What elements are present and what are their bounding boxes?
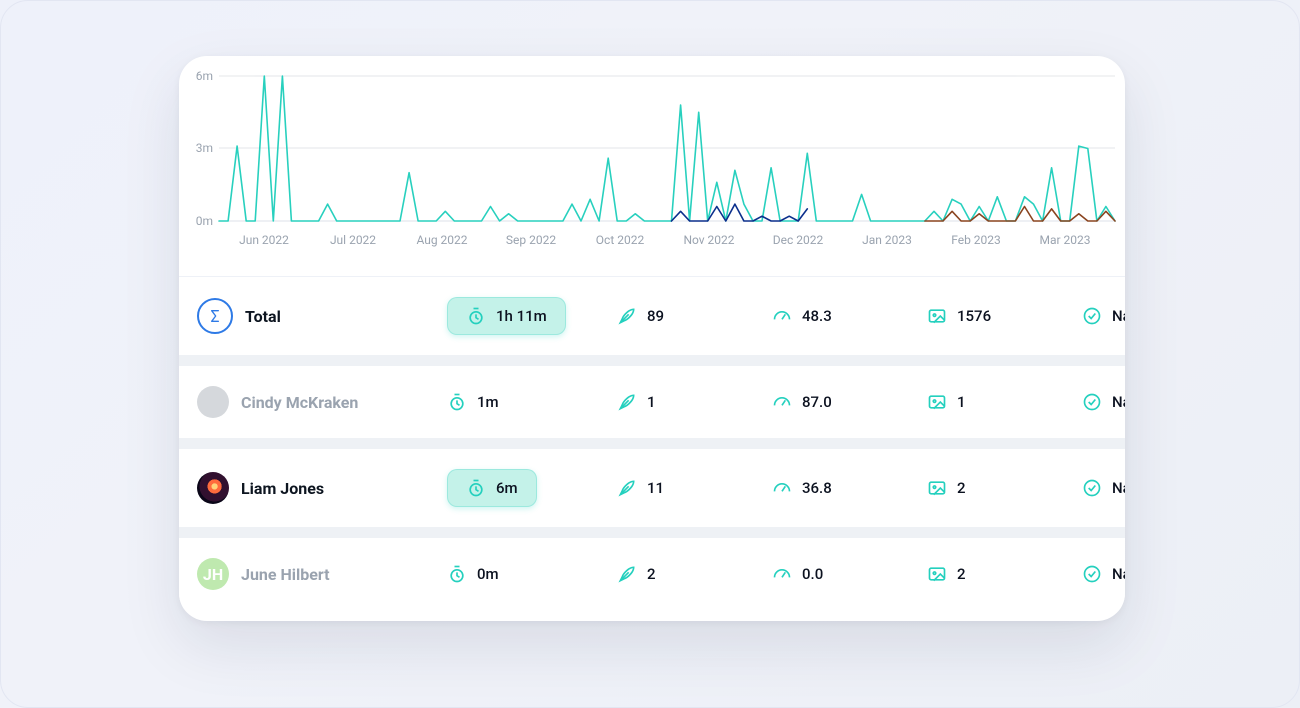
score-cell: 48.3 bbox=[772, 306, 927, 326]
posts-cell: 1 bbox=[617, 392, 772, 412]
time-value: 6m bbox=[496, 479, 518, 497]
y-tick-label: 3m bbox=[196, 141, 213, 155]
percent-value: NaN% bbox=[1112, 307, 1125, 325]
chart-svg: 6m 3m 0m Jun 2022 Jul 2022 Aug 2022 Sep … bbox=[179, 56, 1125, 276]
x-tick-label: Dec 2022 bbox=[773, 233, 824, 247]
images-value: 2 bbox=[957, 479, 966, 497]
images-value: 1 bbox=[957, 393, 966, 411]
row-total[interactable]: Total 1h 11m 89 bbox=[179, 277, 1125, 355]
row-name: Liam Jones bbox=[241, 479, 324, 498]
percent-cell: NaN% bbox=[1082, 564, 1125, 584]
avatar-initials: JH bbox=[197, 558, 229, 590]
percent-value: NaN% bbox=[1112, 565, 1125, 583]
avatar bbox=[197, 472, 229, 504]
check-circle-icon bbox=[1082, 392, 1102, 412]
x-tick-label: Aug 2022 bbox=[416, 233, 467, 247]
x-tick-label: Jan 2023 bbox=[862, 233, 912, 247]
time-value: 1h 11m bbox=[496, 307, 547, 325]
stopwatch-icon bbox=[466, 478, 486, 498]
time-chip: 6m bbox=[447, 469, 537, 507]
row-lead: Total bbox=[197, 298, 447, 334]
row-cindy[interactable]: Cindy McKraken 1m 1 bbox=[179, 365, 1125, 438]
posts-value: 2 bbox=[647, 565, 656, 583]
row-lead: Liam Jones bbox=[197, 472, 447, 504]
stopwatch-icon bbox=[466, 306, 486, 326]
avatar bbox=[197, 386, 229, 418]
score-cell: 0.0 bbox=[772, 564, 927, 584]
stopwatch-icon bbox=[447, 564, 467, 584]
posts-cell: 89 bbox=[617, 306, 772, 326]
feather-icon bbox=[617, 306, 637, 326]
percent-cell: NaN% bbox=[1082, 306, 1125, 326]
percent-cell: NaN% bbox=[1082, 478, 1125, 498]
x-tick-label: Feb 2023 bbox=[951, 233, 1001, 247]
percent-value: NaN% bbox=[1112, 393, 1125, 411]
image-icon bbox=[927, 306, 947, 326]
row-name: Cindy McKraken bbox=[241, 393, 358, 412]
percent-cell: NaN% bbox=[1082, 392, 1125, 412]
activity-chart: 6m 3m 0m Jun 2022 Jul 2022 Aug 2022 Sep … bbox=[179, 56, 1125, 277]
gauge-icon bbox=[772, 392, 792, 412]
images-value: 1576 bbox=[957, 307, 991, 325]
images-cell: 1576 bbox=[927, 306, 1082, 326]
feather-icon bbox=[617, 392, 637, 412]
stopwatch-icon bbox=[447, 392, 467, 412]
row-name: Total bbox=[245, 307, 281, 326]
x-tick-label: Nov 2022 bbox=[683, 233, 734, 247]
app-frame: 6m 3m 0m Jun 2022 Jul 2022 Aug 2022 Sep … bbox=[0, 0, 1300, 708]
posts-value: 1 bbox=[647, 393, 656, 411]
images-cell: 2 bbox=[927, 478, 1082, 498]
y-tick-label: 0m bbox=[196, 214, 213, 228]
score-cell: 36.8 bbox=[772, 478, 927, 498]
posts-value: 11 bbox=[647, 479, 664, 497]
posts-cell: 11 bbox=[617, 478, 772, 498]
x-ticks: Jun 2022 Jul 2022 Aug 2022 Sep 2022 Oct … bbox=[239, 233, 1090, 247]
x-tick-label: Jun 2022 bbox=[239, 233, 289, 247]
time-chip: 1h 11m bbox=[447, 297, 566, 335]
check-circle-icon bbox=[1082, 478, 1102, 498]
y-ticks: 6m 3m 0m bbox=[196, 69, 213, 228]
row-liam[interactable]: Liam Jones 6m 11 bbox=[179, 448, 1125, 527]
score-value: 87.0 bbox=[802, 393, 832, 411]
score-cell: 87.0 bbox=[772, 392, 927, 412]
feather-icon bbox=[617, 564, 637, 584]
x-tick-label: Jul 2022 bbox=[330, 233, 376, 247]
time-cell: 0m bbox=[447, 564, 617, 584]
time-cell: 1m bbox=[447, 392, 617, 412]
y-tick-label: 6m bbox=[196, 69, 213, 83]
image-icon bbox=[927, 564, 947, 584]
people-rows: Total 1h 11m 89 bbox=[179, 277, 1125, 610]
row-june[interactable]: JH June Hilbert 0m 2 bbox=[179, 537, 1125, 610]
time-value: 1m bbox=[477, 393, 499, 411]
x-tick-label: Mar 2023 bbox=[1039, 233, 1090, 247]
check-circle-icon bbox=[1082, 306, 1102, 326]
gauge-icon bbox=[772, 564, 792, 584]
row-lead: JH June Hilbert bbox=[197, 558, 447, 590]
row-lead: Cindy McKraken bbox=[197, 386, 447, 418]
score-value: 48.3 bbox=[802, 307, 832, 325]
images-cell: 1 bbox=[927, 392, 1082, 412]
image-icon bbox=[927, 392, 947, 412]
x-tick-label: Sep 2022 bbox=[506, 233, 556, 247]
images-cell: 2 bbox=[927, 564, 1082, 584]
series-activity_navy bbox=[672, 204, 808, 221]
sigma-icon bbox=[197, 298, 233, 334]
check-circle-icon bbox=[1082, 564, 1102, 584]
x-tick-label: Oct 2022 bbox=[596, 233, 645, 247]
posts-value: 89 bbox=[647, 307, 664, 325]
image-icon bbox=[927, 478, 947, 498]
percent-value: NaN% bbox=[1112, 479, 1125, 497]
images-value: 2 bbox=[957, 565, 966, 583]
score-value: 0.0 bbox=[802, 565, 823, 583]
insights-card: 6m 3m 0m Jun 2022 Jul 2022 Aug 2022 Sep … bbox=[179, 56, 1125, 621]
time-cell: 1h 11m bbox=[447, 297, 617, 335]
feather-icon bbox=[617, 478, 637, 498]
row-name: June Hilbert bbox=[241, 565, 330, 584]
time-value: 0m bbox=[477, 565, 499, 583]
time-cell: 6m bbox=[447, 469, 617, 507]
posts-cell: 2 bbox=[617, 564, 772, 584]
gauge-icon bbox=[772, 306, 792, 326]
gauge-icon bbox=[772, 478, 792, 498]
score-value: 36.8 bbox=[802, 479, 832, 497]
